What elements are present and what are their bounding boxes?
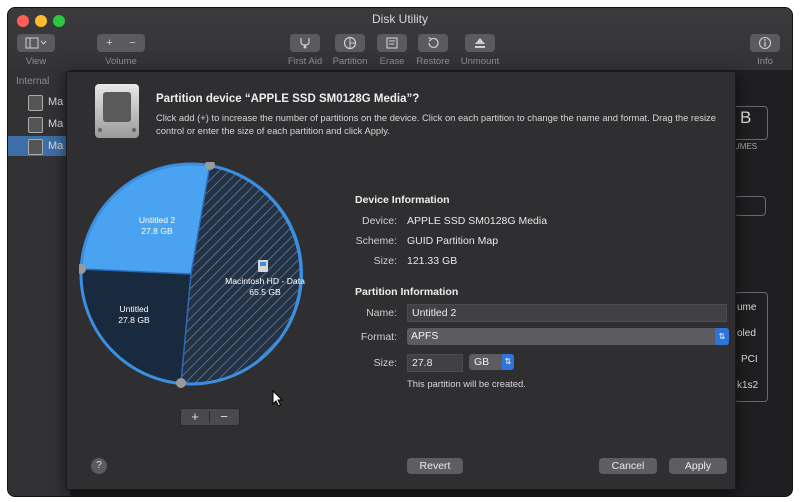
sidebar-item-label: Ma (48, 96, 64, 108)
hard-drive-icon (95, 84, 139, 138)
remove-volume-icon[interactable]: − (121, 34, 144, 52)
info-fragment: PCI (741, 354, 758, 365)
window-title: Disk Utility (372, 12, 428, 26)
help-button[interactable]: ? (91, 458, 107, 474)
erase-icon (386, 37, 398, 49)
add-remove-partition-control: + − (180, 408, 240, 426)
volume-label: Volume (105, 56, 137, 67)
partition-note: This partition will be created. (407, 378, 526, 389)
info-icon (758, 37, 772, 50)
volumes-fragment: UMES (734, 142, 758, 151)
info-fragment: ume (737, 302, 757, 313)
partition-pie-chart[interactable]: Untitled 2 27.8 GB Untitled 27.8 GB Maci… (76, 160, 309, 392)
add-partition-button[interactable]: + (181, 409, 209, 425)
view-label: View (25, 56, 47, 67)
unmount-button[interactable] (465, 34, 495, 52)
sheet-title: Partition device “APPLE SSD SM0128G Medi… (156, 93, 420, 105)
view-button[interactable] (17, 34, 55, 52)
info-button[interactable] (750, 34, 780, 52)
size-label: Size: (373, 255, 397, 267)
pie-slice-untitled[interactable] (80, 269, 191, 383)
pie-label-untitled-2: Untitled 2 27.8 GB (138, 215, 176, 236)
partition-button[interactable] (335, 34, 365, 52)
sidebar-item-disk[interactable]: Ma (8, 92, 70, 112)
size-value: 121.33 GB (407, 255, 458, 267)
format-label: Format: (360, 331, 397, 343)
toolbar: Disk Utility View + − Volume First Aid P… (8, 8, 792, 71)
sidebar-item-label: Ma (48, 140, 64, 152)
info-fragment: k1s2 (737, 380, 759, 391)
partition-icon (343, 36, 357, 50)
partition-label: Partition (332, 56, 368, 67)
partition-sheet: Partition device “APPLE SSD SM0128G Medi… (66, 71, 736, 490)
format-value: APFS (411, 330, 439, 342)
remove-partition-button[interactable]: − (210, 409, 238, 425)
volume-icon (258, 260, 268, 272)
volume-buttons[interactable]: + − (97, 34, 145, 52)
device-label: Device: (361, 215, 397, 227)
revert-button[interactable]: Revert (407, 458, 463, 474)
restore-icon (428, 37, 439, 49)
chevron-up-down-icon: ⇅ (502, 354, 514, 370)
unmount-label: Unmount (460, 56, 500, 67)
format-select[interactable]: APFS ⇅ (407, 328, 729, 345)
cancel-button[interactable]: Cancel (599, 458, 657, 474)
pie-label-macintosh-hd-data: Macintosh HD - Data 65.5 GB (225, 276, 305, 297)
first-aid-button[interactable] (290, 34, 320, 52)
size-unit-value: GB (474, 356, 490, 368)
info-label: Info (757, 56, 773, 67)
device-value: APPLE SSD SM0128G Media (407, 215, 548, 227)
sheet-description: Click add (+) to increase the number of … (156, 112, 716, 136)
sidebar-item-label: Ma (48, 118, 64, 130)
restore-button[interactable] (418, 34, 448, 52)
device-info-heading: Device Information (355, 194, 450, 206)
erase-label: Erase (379, 56, 405, 67)
disk-utility-window: Disk Utility View + − Volume First Aid P… (8, 8, 792, 496)
restore-label: Restore (416, 56, 450, 67)
first-aid-label: First Aid (287, 56, 323, 67)
mouse-cursor-icon (272, 390, 284, 407)
erase-button[interactable] (377, 34, 407, 52)
apply-button[interactable]: Apply (669, 458, 727, 474)
name-label: Name: (366, 307, 397, 319)
background-field (734, 196, 766, 216)
sidebar-item-volume[interactable]: Ma (8, 114, 70, 134)
disk-icon (28, 117, 43, 133)
disk-icon (28, 139, 43, 155)
partition-info-heading: Partition Information (355, 286, 459, 298)
capacity-fragment: B (740, 108, 752, 127)
stethoscope-icon (300, 38, 310, 49)
disk-icon (28, 95, 43, 111)
eject-icon (475, 38, 485, 49)
info-fragment: oled (737, 328, 756, 339)
partition-name-field[interactable]: Untitled 2 (407, 304, 727, 322)
resize-handle[interactable] (176, 378, 186, 388)
size-unit-select[interactable]: GB ⇅ (469, 354, 514, 370)
sidebar-icon (25, 37, 47, 49)
add-volume-icon[interactable]: + (98, 34, 121, 52)
partition-size-field[interactable]: 27.8 (407, 354, 463, 372)
scheme-value: GUID Partition Map (407, 235, 499, 247)
sidebar-header: Internal (16, 76, 50, 87)
partition-size-label: Size: (373, 357, 397, 369)
scheme-label: Scheme: (355, 235, 397, 247)
sidebar: Internal Ma Ma Ma (8, 70, 70, 496)
pie-label-untitled: Untitled 27.8 GB (118, 304, 150, 325)
chevron-up-down-icon: ⇅ (715, 328, 729, 345)
sidebar-item-volume-selected[interactable]: Ma (8, 136, 70, 156)
